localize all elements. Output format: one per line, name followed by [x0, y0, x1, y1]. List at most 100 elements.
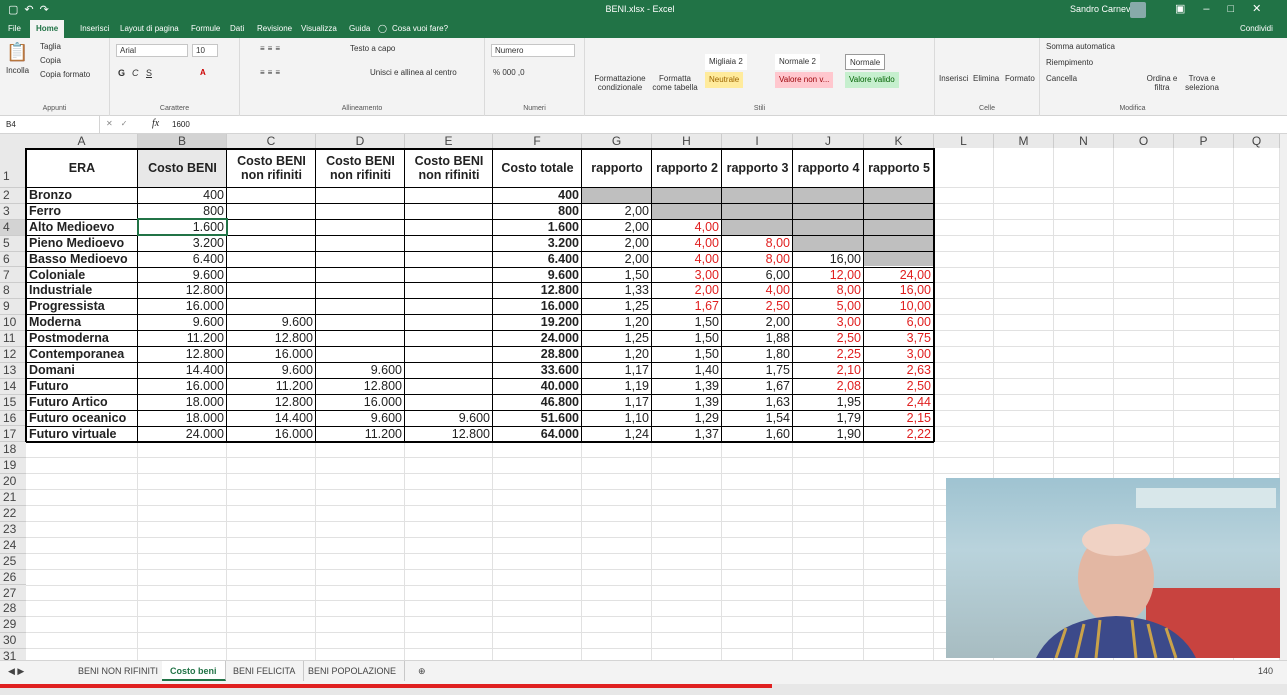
table-cell[interactable]: 1,90 — [793, 426, 864, 442]
table-cell[interactable]: 40.000 — [493, 378, 582, 394]
table-cell[interactable]: 16.000 — [227, 426, 316, 442]
table-cell[interactable]: 8,00 — [793, 282, 864, 298]
column-header[interactable]: F — [493, 134, 582, 148]
tab-revisione[interactable]: Revisione — [257, 24, 292, 33]
table-cell[interactable]: 2,00 — [722, 314, 793, 330]
style-normale[interactable]: Normale — [845, 54, 886, 70]
table-cell[interactable]: 1,17 — [582, 362, 652, 378]
table-cell[interactable]: 64.000 — [493, 426, 582, 442]
table-cell[interactable]: 2,08 — [793, 378, 864, 394]
table-cell[interactable]: 1,75 — [722, 362, 793, 378]
table-cell[interactable]: 800 — [138, 203, 227, 219]
table-cell[interactable]: 1,19 — [582, 378, 652, 394]
table-cell[interactable]: Bronzo — [26, 187, 138, 203]
table-cell[interactable]: 12.800 — [227, 330, 316, 346]
table-cell[interactable]: Moderna — [26, 314, 138, 330]
table-header-cell[interactable]: rapporto 2 — [652, 148, 722, 188]
table-cell[interactable]: 3.200 — [493, 235, 582, 251]
row-header[interactable]: 17 — [0, 426, 26, 443]
style-migliaia[interactable]: Migliaia 2 — [705, 54, 747, 70]
table-cell[interactable]: 16.000 — [316, 394, 405, 410]
style-normale2[interactable]: Normale 2 — [775, 54, 820, 70]
table-cell[interactable]: 1,39 — [652, 378, 722, 394]
row-header[interactable]: 11 — [0, 331, 26, 347]
row-header[interactable]: 13 — [0, 362, 26, 379]
table-cell[interactable]: 9.600 — [316, 362, 405, 378]
table-cell[interactable]: Coloniale — [26, 267, 138, 283]
column-header[interactable]: P — [1174, 134, 1234, 148]
table-cell[interactable]: 12.800 — [405, 426, 493, 442]
table-cell[interactable]: Futuro — [26, 378, 138, 394]
format-table-button[interactable]: Formatta come tabella — [649, 74, 701, 92]
table-cell[interactable]: Futuro virtuale — [26, 426, 138, 442]
table-cell[interactable]: 1,10 — [582, 410, 652, 426]
table-cell[interactable]: 46.800 — [493, 394, 582, 410]
sheet-tab[interactable]: BENI POPOLAZIONE — [300, 661, 406, 681]
table-cell[interactable]: 4,00 — [652, 235, 722, 251]
table-cell[interactable]: 4,00 — [652, 219, 722, 235]
column-header[interactable]: K — [864, 134, 934, 148]
table-cell[interactable]: 3,00 — [864, 346, 934, 362]
table-cell[interactable]: 1,50 — [652, 346, 722, 362]
table-cell[interactable]: 1,29 — [652, 410, 722, 426]
table-cell[interactable]: 10,00 — [864, 298, 934, 314]
style-valore-non[interactable]: Valore non v... — [775, 72, 834, 88]
table-cell[interactable]: 1,80 — [722, 346, 793, 362]
table-cell[interactable]: Ferro — [26, 203, 138, 219]
row-header[interactable]: 31 — [0, 649, 26, 660]
table-cell[interactable]: 9.600 — [405, 410, 493, 426]
table-cell[interactable]: Progressista — [26, 298, 138, 314]
table-header-cell[interactable]: rapporto 4 — [793, 148, 864, 188]
selected-cell[interactable] — [137, 217, 228, 236]
row-header[interactable]: 7 — [0, 267, 26, 284]
table-cell[interactable]: 3,75 — [864, 330, 934, 346]
avatar[interactable] — [1130, 2, 1146, 18]
paste-button[interactable]: Incolla — [6, 66, 29, 75]
table-cell[interactable]: Industriale — [26, 282, 138, 298]
cut-button[interactable]: Taglia — [40, 42, 61, 51]
sheet-nav-arrows[interactable]: ◀ ▶ — [0, 661, 32, 681]
table-cell[interactable]: 12.800 — [316, 378, 405, 394]
table-cell[interactable]: 4,00 — [722, 282, 793, 298]
table-cell[interactable]: 9.600 — [493, 267, 582, 283]
column-header[interactable]: I — [722, 134, 793, 148]
cancel-enter-icons[interactable]: ✕✓ — [106, 119, 135, 128]
table-cell[interactable]: 6,00 — [864, 314, 934, 330]
table-cell[interactable]: 400 — [493, 187, 582, 203]
table-cell[interactable]: 1,88 — [722, 330, 793, 346]
column-header[interactable]: L — [934, 134, 994, 148]
table-cell[interactable]: 2,00 — [582, 219, 652, 235]
row-header[interactable]: 20 — [0, 474, 26, 491]
table-cell[interactable]: 1,25 — [582, 298, 652, 314]
autosum-button[interactable]: Somma automatica — [1046, 42, 1115, 51]
wrap-text-button[interactable]: Testo a capo — [350, 44, 395, 53]
row-header[interactable]: 21 — [0, 490, 26, 506]
merge-center-button[interactable]: Unisci e allinea al centro — [370, 68, 457, 77]
table-header-cell[interactable]: ERA — [26, 148, 138, 188]
fill-button[interactable]: Riempimento — [1046, 58, 1093, 67]
row-header[interactable]: 23 — [0, 521, 26, 538]
row-header[interactable]: 18 — [0, 442, 26, 459]
tab-home[interactable]: Home — [30, 20, 65, 38]
table-cell[interactable]: 2,44 — [864, 394, 934, 410]
table-cell[interactable]: Futuro Artico — [26, 394, 138, 410]
tab-guida[interactable]: Guida — [349, 24, 370, 33]
column-header[interactable]: J — [793, 134, 864, 148]
font-color-button[interactable]: A — [200, 68, 206, 77]
table-cell[interactable]: 1,54 — [722, 410, 793, 426]
table-cell[interactable]: 11.200 — [316, 426, 405, 442]
table-cell[interactable]: 6.400 — [138, 251, 227, 267]
number-format-select[interactable]: Numero — [491, 44, 575, 57]
table-cell[interactable]: 14.400 — [138, 362, 227, 378]
table-cell[interactable]: 2,15 — [864, 410, 934, 426]
tab-visualizza[interactable]: Visualizza — [301, 24, 337, 33]
row-header[interactable]: 14 — [0, 378, 26, 395]
row-header[interactable]: 27 — [0, 585, 26, 602]
table-cell[interactable]: 28.800 — [493, 346, 582, 362]
format-cells-button[interactable]: Formato — [1005, 74, 1035, 83]
table-cell[interactable]: 1,67 — [652, 298, 722, 314]
table-header-cell[interactable]: Costo BENI non rifiniti — [316, 148, 405, 188]
table-cell[interactable]: 12.800 — [138, 346, 227, 362]
table-cell[interactable]: 2,50 — [722, 298, 793, 314]
table-cell[interactable]: 6,00 — [722, 267, 793, 283]
